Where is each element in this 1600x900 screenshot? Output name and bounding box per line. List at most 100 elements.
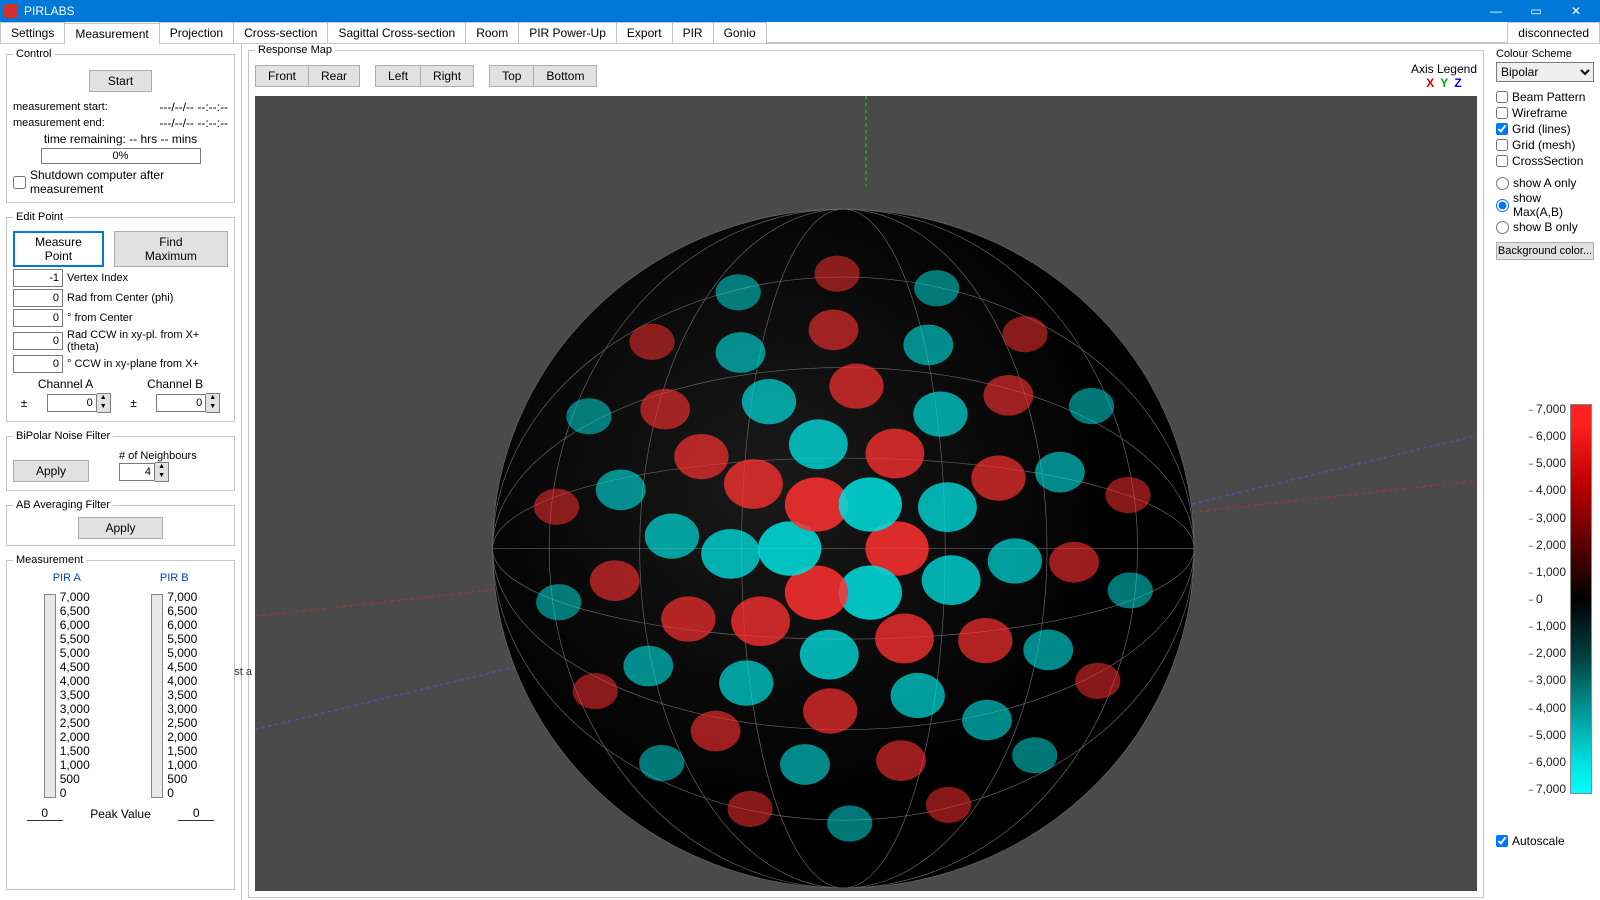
deg-center-label: ° from Center [67, 312, 133, 324]
colour-scheme-select[interactable]: Bipolar [1496, 62, 1594, 82]
noise-filter-group: BiPolar Noise Filter Apply # of Neighbou… [6, 430, 235, 491]
deg-center-input[interactable] [13, 309, 63, 327]
peak-label: Peak Value [90, 807, 151, 821]
left-panel: Control Start measurement start:---/--/-… [0, 44, 242, 900]
control-legend: Control [13, 48, 54, 60]
minimize-button[interactable]: — [1476, 0, 1516, 22]
background-color-button[interactable]: Background color... [1496, 242, 1594, 260]
axis-z: Z [1454, 76, 1461, 90]
neighbours-label: # of Neighbours [119, 450, 197, 462]
channel-b-label: Channel B [147, 377, 203, 391]
show-b-radio[interactable] [1496, 221, 1509, 234]
noise-apply-button[interactable]: Apply [13, 460, 89, 482]
shutdown-checkbox[interactable] [13, 176, 26, 189]
show-b-label: show B only [1513, 220, 1578, 234]
grid-lines-checkbox[interactable] [1496, 123, 1508, 135]
neighbours-input[interactable] [119, 463, 155, 481]
avg-legend: AB Averaging Filter [13, 499, 113, 511]
cross-section-label: CrossSection [1512, 154, 1583, 168]
avg-apply-button[interactable]: Apply [78, 517, 162, 539]
tab-cross-section[interactable]: Cross-section [233, 22, 328, 43]
pir-a-ticks: 7,0006,5006,0005,5005,0004,5004,0003,500… [60, 590, 90, 798]
show-max-label: show Max(A,B) [1513, 191, 1594, 219]
phi-label: Rad from Center (phi) [67, 292, 173, 304]
phi-input[interactable] [13, 289, 63, 307]
beam-pattern-label: Beam Pattern [1512, 90, 1585, 104]
start-button[interactable]: Start [89, 70, 152, 92]
edit-legend: Edit Point [13, 211, 66, 223]
tab-export[interactable]: Export [616, 22, 673, 43]
tab-sagittal[interactable]: Sagittal Cross-section [327, 22, 466, 43]
tab-gonio[interactable]: Gonio [713, 22, 767, 43]
tab-pir-powerup[interactable]: PIR Power-Up [518, 22, 617, 43]
3d-viewer[interactable] [255, 96, 1477, 891]
response-legend: Response Map [255, 44, 335, 56]
app-icon [4, 4, 18, 18]
vertex-index-label: Vertex Index [67, 272, 128, 284]
peak-a-value: 0 [27, 806, 63, 821]
pir-b-ticks: 7,0006,5006,0005,5005,0004,5004,0003,500… [167, 590, 197, 798]
meas-end-label: measurement end: [13, 117, 105, 129]
pir-a-bar [44, 594, 56, 798]
view-bottom-button[interactable]: Bottom [533, 65, 597, 87]
measurement-group: Measurement PIR A 7,0006,5006,0005,5005,… [6, 554, 235, 890]
meas-start-value: ---/--/-- --:--:-- [159, 100, 228, 114]
grid-mesh-label: Grid (mesh) [1512, 138, 1575, 152]
connection-status: disconnected [1507, 22, 1600, 43]
center-panel: Response Map Front Rear Left Right Top B… [242, 44, 1490, 900]
channel-a-label: Channel A [38, 377, 93, 391]
grid-mesh-checkbox[interactable] [1496, 139, 1508, 151]
peak-b-value: 0 [178, 806, 214, 821]
colorbar [1570, 404, 1592, 794]
truncated-text: st a [234, 666, 252, 678]
avg-filter-group: AB Averaging Filter Apply [6, 499, 235, 546]
measurement-legend: Measurement [13, 554, 86, 566]
thetadeg-input[interactable] [13, 355, 63, 373]
tab-pir[interactable]: PIR [672, 22, 714, 43]
view-right-button[interactable]: Right [420, 65, 474, 87]
tab-room[interactable]: Room [465, 22, 519, 43]
tab-bar: Settings Measurement Projection Cross-se… [0, 22, 1600, 44]
channel-a-input[interactable] [47, 394, 97, 412]
tab-measurement[interactable]: Measurement [64, 23, 159, 44]
axis-legend-label: Axis Legend [1411, 62, 1477, 76]
tab-settings[interactable]: Settings [0, 22, 65, 43]
maximize-button[interactable]: ▭ [1516, 0, 1556, 22]
measure-point-button[interactable]: Measure Point [13, 231, 104, 267]
autoscale-checkbox[interactable] [1496, 835, 1508, 847]
grid-lines-label: Grid (lines) [1512, 122, 1571, 136]
channel-b-input[interactable] [156, 394, 206, 412]
wireframe-checkbox[interactable] [1496, 107, 1508, 119]
cross-section-checkbox[interactable] [1496, 155, 1508, 167]
neighbours-spinner[interactable]: ▲▼ [155, 462, 169, 482]
time-remaining-label: time remaining: -- hrs -- mins [44, 132, 197, 146]
right-panel: Colour Scheme Bipolar Beam Pattern Wiref… [1490, 44, 1600, 900]
vertex-index-input[interactable] [13, 269, 63, 287]
show-a-label: show A only [1513, 176, 1576, 190]
theta-input[interactable] [13, 332, 63, 350]
view-front-button[interactable]: Front [255, 65, 309, 87]
colour-scheme-label: Colour Scheme [1496, 48, 1594, 60]
view-left-button[interactable]: Left [375, 65, 421, 87]
close-button[interactable]: ✕ [1556, 0, 1596, 22]
view-top-button[interactable]: Top [489, 65, 534, 87]
title-bar: PIRLABS — ▭ ✕ [0, 0, 1600, 22]
tab-projection[interactable]: Projection [159, 22, 234, 43]
pir-a-header: PIR A [53, 572, 81, 584]
show-a-radio[interactable] [1496, 177, 1509, 190]
axis-y: Y [1440, 76, 1448, 90]
show-max-radio[interactable] [1496, 199, 1509, 212]
view-rear-button[interactable]: Rear [308, 65, 360, 87]
beam-pattern-checkbox[interactable] [1496, 91, 1508, 103]
meas-end-value: ---/--/-- --:--:-- [159, 116, 228, 130]
channel-b-spinner[interactable]: ▲▼ [206, 393, 220, 413]
pir-b-header: PIR B [160, 572, 189, 584]
find-maximum-button[interactable]: Find Maximum [114, 231, 228, 267]
pm-a: ± [21, 396, 28, 410]
axis-x: X [1426, 76, 1434, 90]
progress-bar: 0% [41, 148, 201, 164]
control-group: Control Start measurement start:---/--/-… [6, 48, 235, 203]
pm-b: ± [130, 396, 137, 410]
channel-a-spinner[interactable]: ▲▼ [97, 393, 111, 413]
pir-b-bar [151, 594, 163, 798]
